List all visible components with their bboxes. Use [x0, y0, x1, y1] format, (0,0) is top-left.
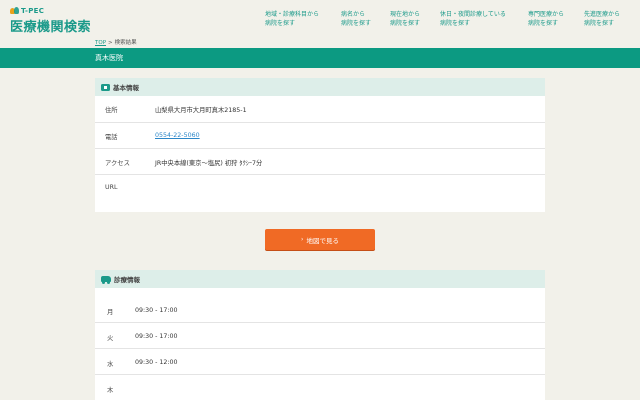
schedule-hours: 09:30 - 17:00: [135, 333, 178, 340]
page-title: 真木医院: [95, 54, 123, 62]
chevron-right-icon: ›: [301, 236, 304, 243]
nav-item-region-specialty[interactable]: 地域・診療科目から 病院を探す: [265, 10, 319, 28]
info-label: 電話: [105, 134, 118, 141]
address-value: 山梨県大月市大月町真木2185-1: [155, 107, 247, 114]
nav-item-disease[interactable]: 病名から 病院を探す: [341, 10, 371, 28]
schedule-day: 木: [107, 387, 114, 394]
info-row-phone: 電話 0554-22-5060: [95, 123, 545, 149]
clinic-info-card: 診療情報 月 09:30 - 17:00 火 09:30 - 17:00 水 0…: [95, 270, 545, 400]
info-label: 住所: [105, 107, 118, 114]
schedule-day: 月: [107, 309, 114, 316]
logo-mark-icon: [10, 6, 19, 15]
view-map-label: 地図で見る: [306, 236, 339, 245]
schedule-row: 月 09:30 - 17:00: [95, 297, 545, 323]
site-logo[interactable]: T-PEC 医療機関検索: [10, 6, 91, 35]
schedule-hours: 09:30 - 12:00: [135, 359, 178, 366]
breadcrumb-separator: >: [108, 40, 113, 46]
ambulance-icon: [101, 276, 111, 284]
schedule-row: 火 09:30 - 17:00: [95, 323, 545, 349]
view-map-button[interactable]: › 地図で見る: [265, 229, 375, 250]
basic-info-header: 基本情報: [95, 78, 545, 96]
clinic-info-heading: 診療情報: [114, 276, 140, 284]
basic-info-card: 基本情報 住所 山梨県大月市大月町真木2185-1 電話 0554-22-506…: [95, 78, 545, 212]
nav-item-holiday-night[interactable]: 休日・夜間診療している 病院を探す: [440, 10, 506, 28]
breadcrumb-current: 検索結果: [114, 40, 137, 46]
hospital-icon: [101, 83, 110, 91]
nav-item-specialized[interactable]: 専門医療から 病院を探す: [528, 10, 564, 28]
schedule-hours: 09:30 - 17:00: [135, 307, 178, 314]
breadcrumb: TOP > 検索結果: [95, 38, 137, 46]
info-label: アクセス: [105, 160, 130, 167]
clinic-info-header: 診療情報: [95, 270, 545, 288]
basic-info-heading: 基本情報: [113, 84, 139, 92]
nav-item-advanced[interactable]: 先進医療から 病院を探す: [584, 10, 620, 28]
site-header: T-PEC 医療機関検索 地域・診療科目から 病院を探す 病名から 病院を探す 現在…: [0, 0, 640, 36]
schedule-row: 水 09:30 - 12:00: [95, 349, 545, 375]
info-label: URL: [105, 184, 118, 191]
info-row-address: 住所 山梨県大月市大月町真木2185-1: [95, 96, 545, 123]
phone-link[interactable]: 0554-22-5060: [155, 132, 200, 139]
page-title-bar: 真木医院: [0, 48, 640, 68]
schedule-day: 水: [107, 361, 114, 368]
access-value: JR中央本線(東京〜塩尻) 初狩 ﾀｸｼｰ7分: [155, 160, 263, 167]
schedule-day: 火: [107, 335, 114, 342]
schedule-row: 木: [95, 375, 545, 400]
site-title: 医療機関検索: [10, 20, 92, 35]
info-row-url: URL: [95, 175, 545, 212]
breadcrumb-top-link[interactable]: TOP: [95, 40, 106, 46]
logo-brand-text: T-PEC: [21, 6, 45, 15]
info-row-access: アクセス JR中央本線(東京〜塩尻) 初狩 ﾀｸｼｰ7分: [95, 149, 545, 175]
nav-item-current-location[interactable]: 現在地から 病院を探す: [390, 10, 420, 28]
